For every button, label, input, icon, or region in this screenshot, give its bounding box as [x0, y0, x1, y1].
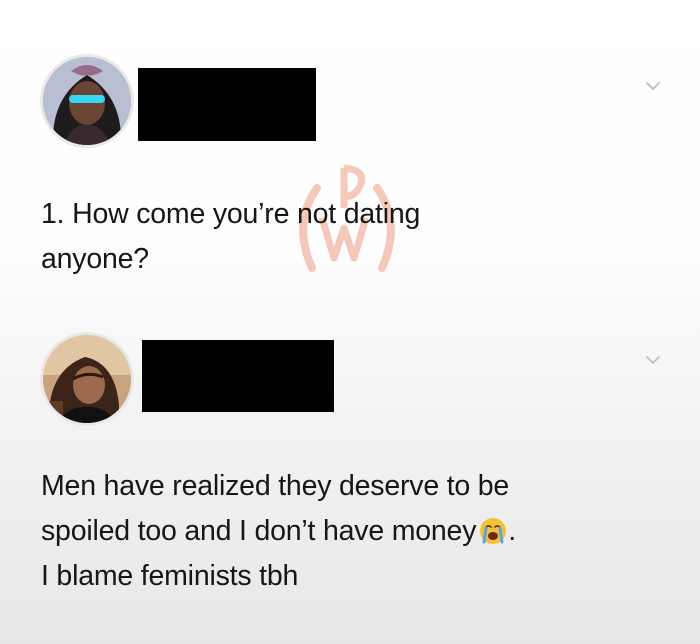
tweet-text: 1. How come you’re not dating anyone?: [41, 192, 420, 282]
profile-photo-icon: [43, 57, 131, 145]
chevron-down-icon[interactable]: [643, 350, 663, 370]
profile-photo-icon: [43, 335, 131, 423]
tweet-text-line: Men have realized they deserve to be: [41, 470, 510, 502]
tweet-text-line: spoiled too and I don’t have money .: [41, 509, 516, 554]
tweet-2[interactable]: Men have realized they deserve to be spo…: [0, 320, 700, 644]
tweet-text-line: I blame feminists tbh: [41, 560, 299, 592]
tweet-text-suffix: .: [508, 515, 516, 547]
author-name-redacted: [138, 68, 316, 141]
avatar[interactable]: [40, 332, 134, 426]
chevron-down-icon[interactable]: [643, 76, 663, 96]
loudly-crying-face-icon: [480, 518, 507, 544]
tweet-1[interactable]: 1. How come you’re not dating anyone?: [0, 0, 700, 320]
tweet-text: Men have realized they deserve to be spo…: [41, 464, 516, 599]
avatar[interactable]: [40, 54, 134, 148]
author-name-redacted: [142, 340, 334, 412]
tweet-text-line: 1. How come you’re not dating: [41, 198, 421, 230]
tweet-text-line: anyone?: [41, 243, 149, 275]
tweet-text-segment: spoiled too and I don’t have money: [41, 515, 477, 547]
